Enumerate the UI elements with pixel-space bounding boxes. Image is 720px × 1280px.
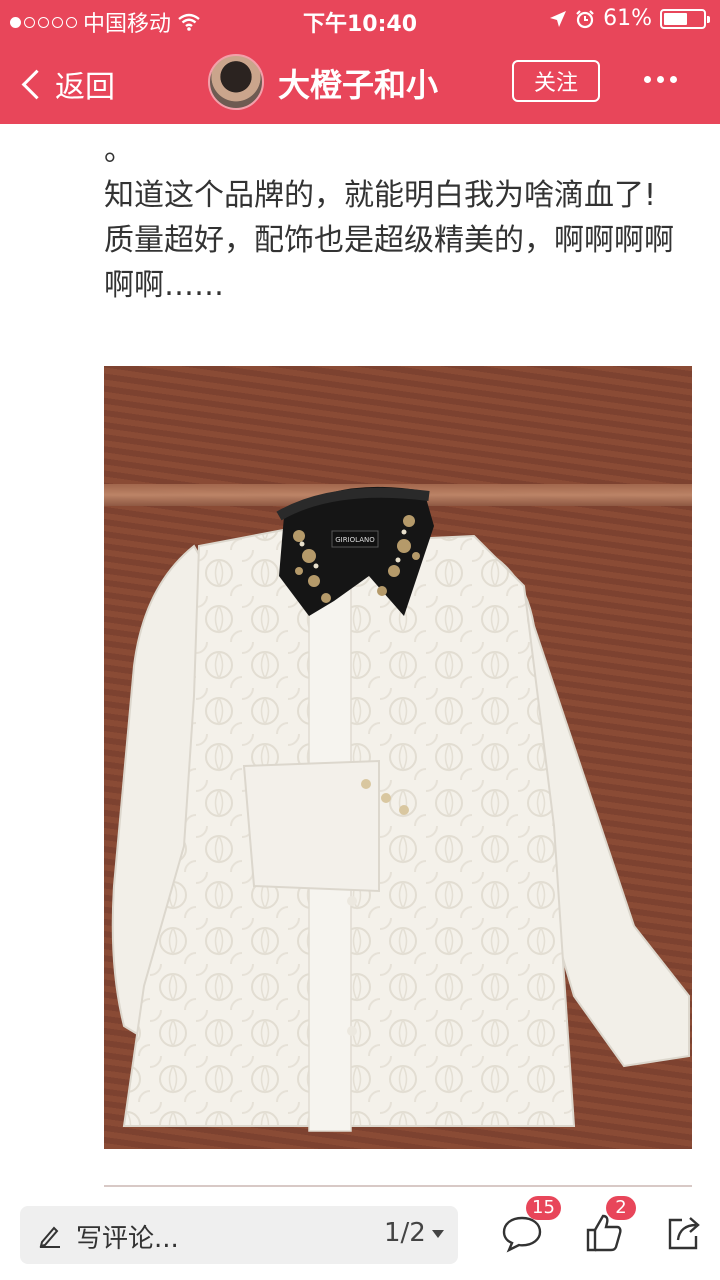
page-indicator-label: 1/2 bbox=[384, 1218, 426, 1248]
author-name[interactable]: 大橙子和小 bbox=[278, 60, 438, 106]
comments-count-badge: 15 bbox=[526, 1196, 561, 1220]
avatar[interactable] bbox=[208, 54, 264, 110]
comment-input[interactable]: 写评论... 1/2 bbox=[20, 1206, 458, 1264]
article-line: 质量超好，配饰也是超级精美的，啊啊啊啊 bbox=[104, 223, 674, 258]
pen-icon bbox=[39, 1226, 60, 1248]
comments-button[interactable]: 15 bbox=[500, 1196, 561, 1254]
caret-down-icon bbox=[431, 1229, 444, 1238]
share-icon bbox=[668, 1217, 700, 1250]
nav-bar: 返回 大橙子和小 关注 bbox=[0, 40, 720, 124]
more-icon[interactable] bbox=[644, 76, 677, 83]
shirt-label: GIRIOLANO bbox=[335, 536, 375, 544]
like-button[interactable]: 2 bbox=[582, 1196, 636, 1254]
page-indicator[interactable]: 1/2 bbox=[384, 1218, 444, 1248]
white-blouse-image: GIRIOLANO bbox=[111, 486, 690, 1132]
battery-percent: 61% bbox=[603, 6, 652, 31]
likes-count-badge: 2 bbox=[606, 1196, 636, 1220]
location-arrow-icon bbox=[550, 10, 567, 27]
article-line: 啊啊…… bbox=[104, 268, 224, 303]
article-body: 。 知道这个品牌的，就能明白我为啥滴血了! 质量超好，配饰也是超级精美的，啊啊啊… bbox=[104, 128, 704, 308]
article-line: 。 bbox=[104, 133, 134, 168]
alarm-icon bbox=[576, 9, 594, 28]
follow-button[interactable]: 关注 bbox=[512, 60, 600, 102]
status-bar: 中国移动 下午10:40 61% bbox=[0, 0, 720, 40]
chevron-left-icon bbox=[21, 69, 52, 99]
article-photo[interactable]: GIRIOLANO bbox=[104, 366, 692, 1149]
bottom-bar: 写评论... 1/2 15 2 bbox=[0, 1190, 720, 1280]
battery-icon bbox=[660, 8, 710, 29]
comment-placeholder: 写评论... bbox=[76, 1224, 179, 1254]
share-button[interactable] bbox=[662, 1210, 706, 1254]
back-button[interactable]: 返回 bbox=[18, 62, 115, 106]
article-line: 知道这个品牌的，就能明白我为啥滴血了! bbox=[104, 178, 657, 213]
back-label: 返回 bbox=[55, 70, 115, 105]
top-bar: 中国移动 下午10:40 61% 返回 大橙子和小 关注 bbox=[0, 0, 720, 124]
divider bbox=[104, 1185, 692, 1187]
